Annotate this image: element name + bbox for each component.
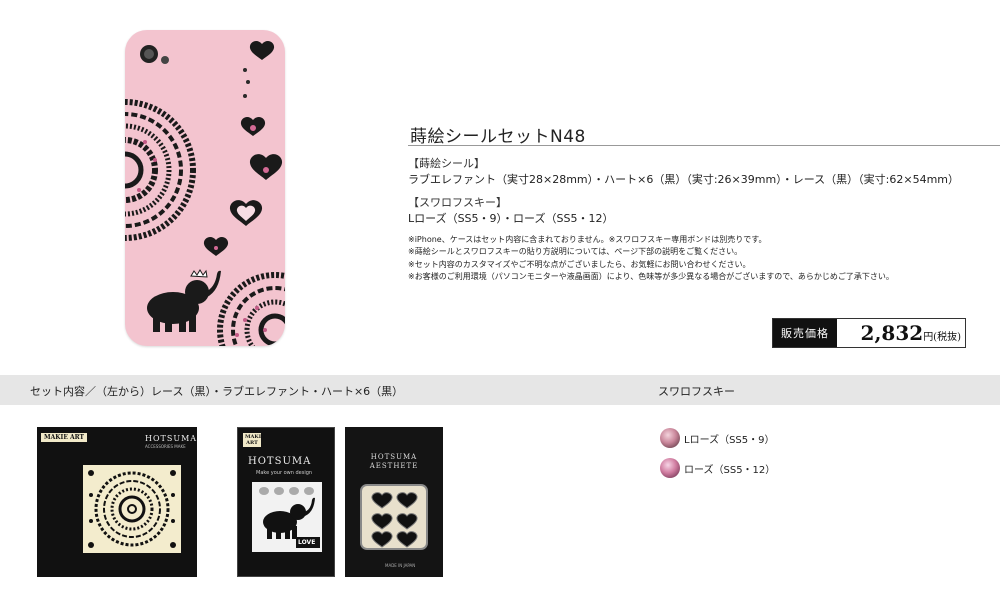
package-subtitle: ACCESSORIES MAKE <box>145 444 186 449</box>
love-sticker-text: LOVE <box>298 539 316 546</box>
crystal-item: Lローズ（SS5・9） <box>660 428 775 448</box>
price-value: 2,832 円(税抜) <box>837 319 965 347</box>
package-badge: MAKIE ART <box>41 433 87 442</box>
swarovski-heading: 【スワロフスキー】 <box>408 196 507 209</box>
package-subtitle: Make your own design <box>256 470 313 476</box>
note-line: ※蒔絵シールとスワロフスキーの貼り方説明については、ページ下部の説明をご覧くださ… <box>408 247 743 257</box>
price-label: 販売価格 <box>773 319 837 347</box>
note-line: ※お客様のご利用環境（パソコンモニターや液晶画面）により、色味等が多少異なる場合… <box>408 272 894 282</box>
note-line: ※セット内容のカスタマイズやご不明な点がございましたら、お気軽にお問い合わせくだ… <box>408 259 751 269</box>
package-elephant: MAKIE ART HOTSUMA Make your own design L… <box>237 427 335 577</box>
phone-case-artwork <box>125 41 285 346</box>
package-brand: HOTSUMA <box>248 456 312 467</box>
phone-case-image <box>125 30 285 346</box>
package-footer: MADE IN JAPAN <box>385 563 416 568</box>
crystal-rose-swatch <box>660 458 680 478</box>
swarovski-section-label: スワロフスキー <box>658 385 735 398</box>
price-unit: 円(税抜) <box>923 332 961 343</box>
price-amount: 2,832 <box>860 321 924 345</box>
package-lace: MAKIE ART HOTSUMA ACCESSORIES MAKE <box>37 427 197 577</box>
lace-sticker-sheet <box>83 465 181 553</box>
product-notes: ※iPhone、ケースはセット内容に含まれておりません。※スワロフスキー専用ボン… <box>408 234 894 284</box>
product-title: 蒔絵シールセットN48 <box>410 127 586 147</box>
set-contents-label: セット内容／（左から）レース（黒）・ラブエレファント・ハート×6（黒） <box>30 385 404 398</box>
seal-heading: 【蒔絵シール】 <box>408 157 485 170</box>
crystal-label: ローズ（SS5・12） <box>684 464 776 476</box>
note-line: ※iPhone、ケースはセット内容に含まれておりません。※スワロフスキー専用ボン… <box>408 235 767 244</box>
package-hearts: HOTSUMA AESTHETE MADE IN JAPAN <box>345 427 443 577</box>
seal-description: ラブエレファント（実寸28×28mm）・ハート×6（黒）（実寸:26×39mm）… <box>408 173 959 186</box>
package-brand: HOTSUMA <box>145 434 198 443</box>
package-badge: MAKIE ART <box>243 433 265 447</box>
package-brand-secondary: AESTHETE <box>369 462 419 470</box>
swarovski-description: Lローズ（SS5・9）・ローズ（SS5・12） <box>408 212 614 225</box>
price-box: 販売価格 2,832 円(税抜) <box>772 318 966 348</box>
hearts-sticker-sheet <box>360 484 428 550</box>
crystal-label: Lローズ（SS5・9） <box>684 434 775 446</box>
title-divider <box>408 145 1000 146</box>
package-brand: HOTSUMA <box>370 453 418 461</box>
crystal-item: ローズ（SS5・12） <box>660 458 775 478</box>
crystal-l-rose-swatch <box>660 428 680 448</box>
